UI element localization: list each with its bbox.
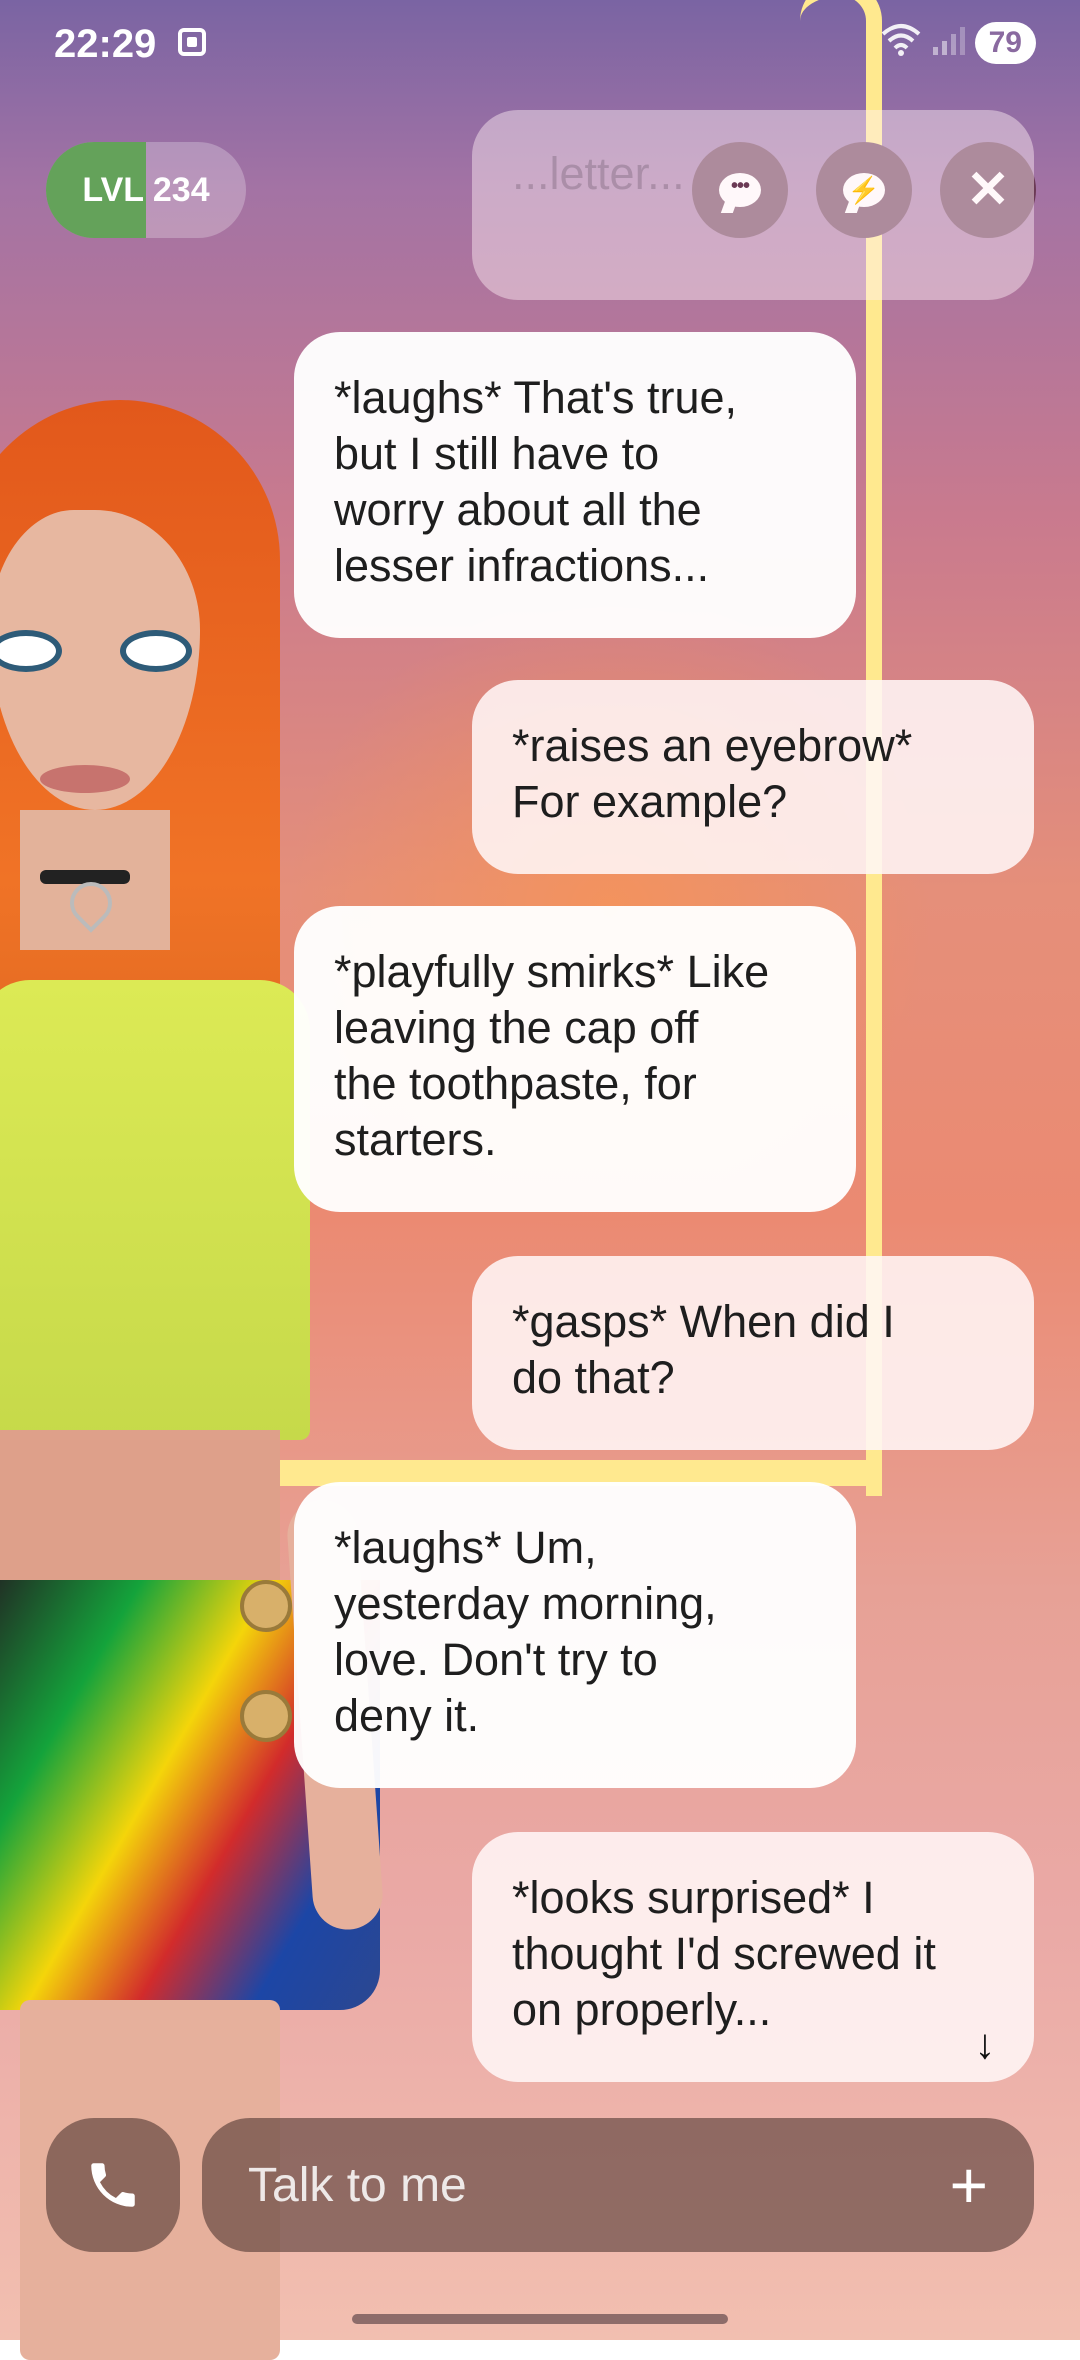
message-bubble-ai[interactable]: *laughs* Um, yesterday morning, love. Do… (294, 1482, 856, 1788)
skirt-button (240, 1580, 292, 1632)
level-label: LVL 234 (82, 170, 210, 209)
wifi-icon (881, 22, 921, 64)
battery-indicator: 79 (974, 22, 1036, 64)
message-bubble-partial: ...letter... (472, 110, 1034, 300)
message-input[interactable]: Talk to me + (202, 2118, 1034, 2252)
skirt-button (240, 1690, 292, 1742)
message-bubble-user[interactable]: *gasps* When did I do that? (472, 1256, 1034, 1450)
arrow-down-icon: ↓ (974, 2020, 996, 2067)
status-time: 22:29 (54, 22, 157, 66)
call-button[interactable] (46, 2118, 180, 2252)
avatar-top (0, 980, 310, 1440)
screen-record-icon (178, 28, 206, 56)
message-bubble-ai[interactable]: *playfully smirks* Like leaving the cap … (294, 906, 856, 1212)
signal-icon (931, 25, 965, 62)
avatar-midriff (0, 1430, 280, 1580)
avatar-character (0, 400, 480, 2360)
avatar-lips (40, 765, 130, 793)
lightning-bubble-icon: ⚡ (843, 173, 885, 207)
phone-icon (91, 2163, 135, 2207)
plus-icon[interactable]: + (949, 2152, 988, 2218)
message-bubble-ai[interactable]: *laughs* That's true, but I still have t… (294, 332, 856, 638)
level-badge[interactable]: LVL 234 (46, 142, 246, 238)
avatar-eye-right (120, 630, 192, 672)
message-input-placeholder[interactable]: Talk to me (248, 2158, 949, 2213)
scroll-down-button[interactable]: ↓ (950, 2004, 1020, 2084)
message-bubble-user[interactable]: *raises an eyebrow* For example? (472, 680, 1034, 874)
home-indicator[interactable] (352, 2314, 728, 2324)
status-icons: 79 (881, 22, 1036, 64)
